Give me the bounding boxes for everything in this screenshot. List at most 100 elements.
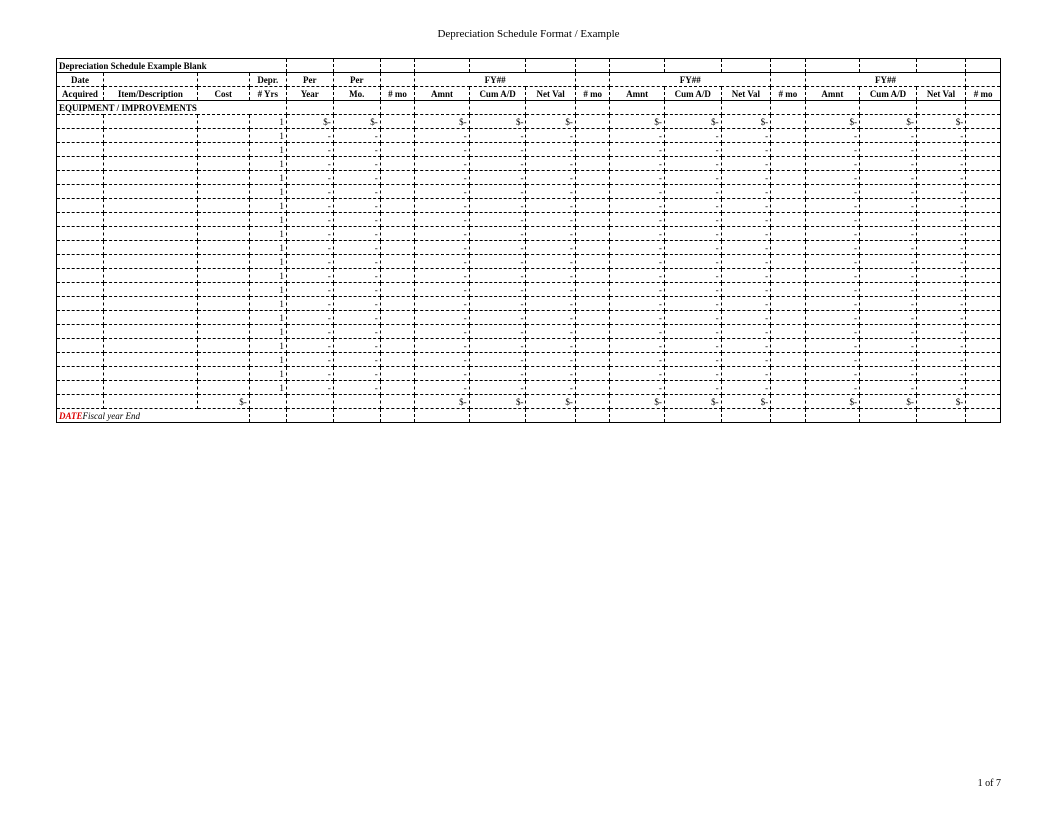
hdr-nmo-1: # mo bbox=[575, 87, 610, 101]
cell-netval: - bbox=[916, 185, 965, 199]
cell-amnt: - bbox=[610, 367, 664, 381]
cell-per-mo: - bbox=[333, 297, 380, 311]
empty-cell bbox=[916, 409, 965, 423]
cell-netval: - bbox=[526, 311, 575, 325]
cell-per-mo: - bbox=[333, 143, 380, 157]
cell-nmo bbox=[771, 115, 806, 129]
cell-yrs: 1 bbox=[249, 143, 286, 157]
cell-netval: - bbox=[916, 339, 965, 353]
cell-netval: - bbox=[721, 381, 770, 395]
cell-per-mo: - bbox=[333, 325, 380, 339]
empty-cell bbox=[966, 101, 1001, 115]
empty-cell bbox=[286, 101, 333, 115]
cell-per-mo: - bbox=[333, 339, 380, 353]
cell-netval: - bbox=[526, 339, 575, 353]
empty-cell bbox=[333, 101, 380, 115]
cell-cum: - bbox=[664, 325, 721, 339]
empty-cell bbox=[664, 409, 721, 423]
cell-nmo bbox=[966, 395, 1001, 409]
cell-nmo bbox=[575, 227, 610, 241]
hdr-amnt-2: Amnt bbox=[805, 87, 859, 101]
cell-nmo bbox=[575, 185, 610, 199]
cell-amnt: - bbox=[805, 311, 859, 325]
hdr-depr: Depr. bbox=[249, 73, 286, 87]
cell-item bbox=[103, 157, 197, 171]
empty-cell bbox=[860, 409, 917, 423]
cell-amnt: - bbox=[415, 353, 469, 367]
cell-acquired bbox=[57, 227, 104, 241]
cell-cum: - bbox=[860, 129, 917, 143]
cell-item bbox=[103, 255, 197, 269]
cell-nmo bbox=[771, 199, 806, 213]
cell-nmo bbox=[771, 129, 806, 143]
empty-cell bbox=[610, 101, 664, 115]
cell-netval: - bbox=[526, 325, 575, 339]
cell-yrs: 1 bbox=[249, 255, 286, 269]
cell-amnt: - bbox=[415, 283, 469, 297]
empty-cell bbox=[469, 101, 526, 115]
page-number: 1 of 7 bbox=[978, 778, 1001, 789]
cell-netval: - bbox=[526, 381, 575, 395]
total-cum: $- bbox=[860, 395, 917, 409]
cell-amnt: - bbox=[610, 353, 664, 367]
cell-per-mo: - bbox=[333, 227, 380, 241]
cell-cost bbox=[197, 241, 249, 255]
cell-cost bbox=[197, 157, 249, 171]
empty-cell bbox=[664, 101, 721, 115]
cell-per-year: - bbox=[286, 269, 333, 283]
cell-amnt: - bbox=[805, 143, 859, 157]
cell-nmo bbox=[575, 199, 610, 213]
cell-netval: - bbox=[721, 157, 770, 171]
cell-amnt: $- bbox=[805, 115, 859, 129]
cell-nmo bbox=[380, 269, 415, 283]
footer-fy-label: Fiscal year End bbox=[83, 411, 141, 421]
cell-amnt: - bbox=[805, 325, 859, 339]
cell-per-year: - bbox=[286, 227, 333, 241]
empty-cell bbox=[575, 59, 610, 73]
cell-netval: - bbox=[721, 143, 770, 157]
hdr-netval-2: Net Val bbox=[916, 87, 965, 101]
cell-netval: - bbox=[721, 199, 770, 213]
empty-cell bbox=[286, 409, 333, 423]
cell-amnt: - bbox=[805, 297, 859, 311]
cell-nmo bbox=[966, 115, 1001, 129]
cell-netval: - bbox=[916, 227, 965, 241]
empty-cell bbox=[575, 409, 610, 423]
cell-per-year: - bbox=[286, 297, 333, 311]
empty-cell bbox=[197, 73, 249, 87]
cell-amnt: - bbox=[415, 297, 469, 311]
cell-nmo bbox=[380, 143, 415, 157]
cell-item bbox=[103, 353, 197, 367]
cell-cum: - bbox=[860, 143, 917, 157]
cell-nmo bbox=[966, 283, 1001, 297]
cell-amnt: - bbox=[805, 157, 859, 171]
empty-cell bbox=[771, 101, 806, 115]
cell-acquired bbox=[57, 129, 104, 143]
cell-netval: - bbox=[721, 171, 770, 185]
cell-amnt: - bbox=[805, 269, 859, 283]
cell-cum: - bbox=[469, 171, 526, 185]
cell-amnt: - bbox=[610, 325, 664, 339]
cell-amnt: $- bbox=[610, 115, 664, 129]
cell-nmo bbox=[380, 311, 415, 325]
cell-acquired bbox=[57, 367, 104, 381]
cell-amnt: $- bbox=[415, 115, 469, 129]
cell-nmo bbox=[966, 199, 1001, 213]
cell-netval: - bbox=[721, 339, 770, 353]
cell-cum: - bbox=[664, 241, 721, 255]
total-cost: $- bbox=[197, 395, 249, 409]
cell-cum: - bbox=[860, 269, 917, 283]
cell-cum: - bbox=[469, 283, 526, 297]
cell-item bbox=[103, 283, 197, 297]
cell-item bbox=[103, 199, 197, 213]
cell-netval: $- bbox=[526, 115, 575, 129]
empty-cell bbox=[469, 59, 526, 73]
cell-amnt: - bbox=[415, 185, 469, 199]
cell-nmo bbox=[380, 171, 415, 185]
cell-per-year: $- bbox=[286, 115, 333, 129]
cell-nmo bbox=[771, 255, 806, 269]
cell-item bbox=[103, 143, 197, 157]
cell-amnt: - bbox=[805, 185, 859, 199]
cell-netval: - bbox=[721, 255, 770, 269]
cell-cost bbox=[197, 353, 249, 367]
